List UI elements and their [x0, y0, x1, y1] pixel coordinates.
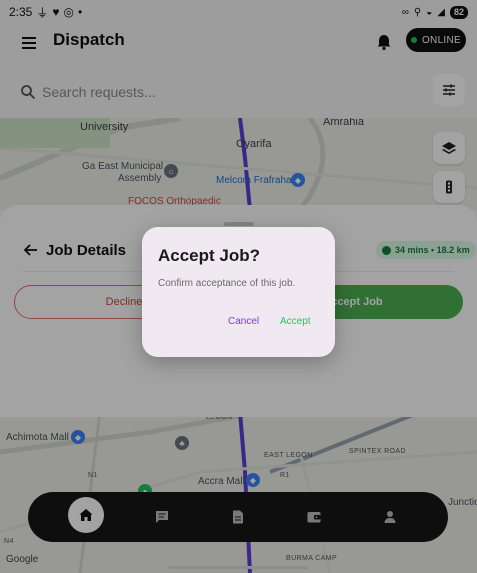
accept-job-dialog: Accept Job? Confirm acceptance of this j… [142, 227, 335, 357]
dialog-title: Accept Job? [158, 246, 261, 265]
app-screen: University Amrahia Oyarifa Ga East Munic… [0, 0, 477, 573]
cancel-button[interactable]: Cancel [228, 316, 259, 327]
dialog-message: Confirm acceptance of this job. [158, 278, 296, 289]
accept-button[interactable]: Accept [280, 316, 311, 327]
